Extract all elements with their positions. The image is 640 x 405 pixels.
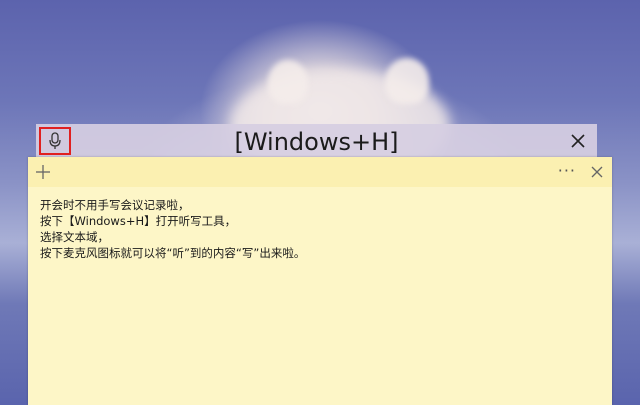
note-text-line: 选择文本域， [40, 230, 109, 244]
sticky-note-window: ··· 开会时不用手写会议记录啦， 按下【Windows+H】打开听写工具， 选… [28, 157, 612, 405]
sticky-note-text-area[interactable]: 开会时不用手写会议记录啦， 按下【Windows+H】打开听写工具， 选择文本域… [28, 187, 612, 261]
wallpaper-fox-ear [385, 58, 429, 104]
dictation-toolbar: [Windows+H] [36, 124, 597, 160]
desktop-background: [Windows+H] ··· 开会时不用手写会议记录啦， 按下【Windows… [0, 0, 640, 405]
sticky-note-toolbar: ··· [28, 157, 612, 187]
note-text-line: 按下【Windows+H】打开听写工具， [40, 214, 237, 228]
dictation-title: [Windows+H] [234, 128, 399, 156]
close-icon[interactable] [590, 165, 604, 179]
note-text-line: 开会时不用手写会议记录啦， [40, 198, 190, 212]
note-text-line: 按下麦克风图标就可以将“听”到的内容“写”出来啦。 [40, 246, 306, 260]
more-icon[interactable]: ··· [558, 161, 576, 180]
wallpaper-fox-ear [268, 60, 308, 104]
close-icon[interactable] [569, 132, 587, 150]
plus-icon[interactable] [34, 163, 52, 181]
